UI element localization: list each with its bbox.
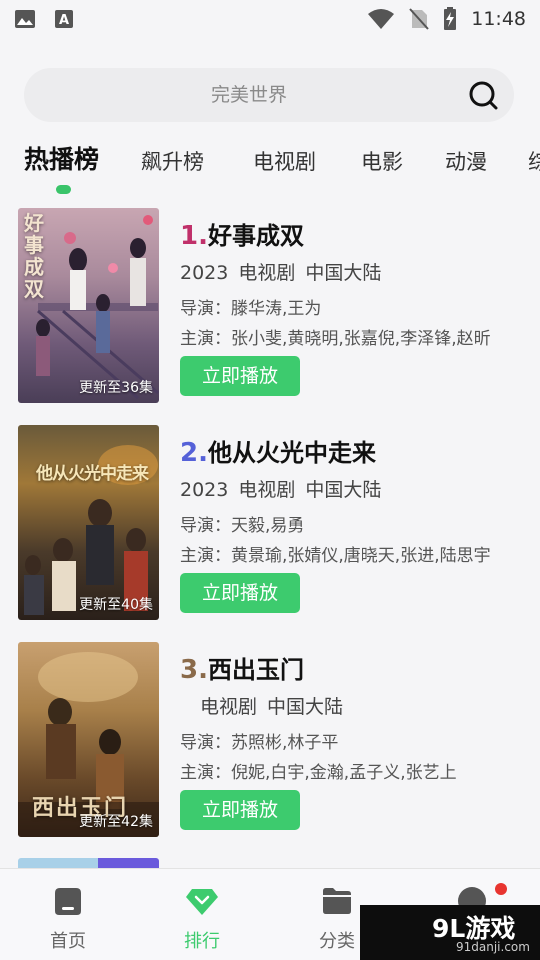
- update-label: 更新至42集: [79, 814, 153, 830]
- home-icon: [55, 888, 81, 915]
- search-bar[interactable]: 完美世界: [24, 68, 514, 122]
- tab-anime[interactable]: 动漫: [445, 142, 487, 182]
- genre: 电视剧: [200, 696, 258, 718]
- tab-hot[interactable]: 热播榜: [24, 140, 99, 180]
- title-text: 西出玉门: [207, 656, 304, 684]
- poster-image[interactable]: 好事 成双 更新至36集: [18, 208, 159, 403]
- tab-rising[interactable]: 飙升榜: [141, 142, 204, 182]
- watermark-logo: 9L游戏 91danji.com: [360, 905, 540, 960]
- item-title[interactable]: 1.好事成双: [180, 216, 304, 251]
- item-title[interactable]: 3.西出玉门: [180, 650, 304, 685]
- item-meta: 2023 电视剧 中国大陆: [180, 475, 391, 502]
- status-time: 11:48: [471, 8, 526, 30]
- no-sim-icon: [409, 7, 429, 31]
- genre: 电视剧: [238, 479, 296, 501]
- director: 导演：天毅,易勇: [180, 516, 305, 536]
- folder-icon: [323, 888, 351, 914]
- nav-rank[interactable]: 排行: [152, 869, 252, 960]
- play-button[interactable]: 立即播放: [180, 356, 300, 396]
- notification-badge: [495, 883, 507, 895]
- region: 中国大陆: [305, 479, 382, 501]
- cast: 主演：黄景瑜,张婧仪,唐晓天,张进,陆思宇: [180, 546, 491, 566]
- nav-home[interactable]: 首页: [18, 869, 118, 960]
- cast: 主演：张小斐,黄晓明,张嘉倪,李泽锋,赵昕: [180, 329, 491, 349]
- year: 2023: [180, 262, 229, 284]
- list-item[interactable]: 好事 成双 更新至36集 1.好事成双 2023 电视剧 中国大陆 导演：滕华涛,王为…: [0, 208, 540, 408]
- tab-indicator: [56, 185, 71, 194]
- search-icon[interactable]: [468, 80, 498, 110]
- item-meta: 电视剧 中国大陆: [190, 692, 353, 719]
- rank-number: 2.: [180, 438, 208, 468]
- text-a-icon: A: [54, 9, 74, 29]
- nav-label: 排行: [184, 931, 220, 952]
- update-label: 更新至40集: [79, 597, 153, 613]
- category-tabs: 热播榜 飙升榜 电视剧 电影 动漫 综: [0, 138, 540, 198]
- poster-image[interactable]: 他从火光中走来 更新至40集: [18, 425, 159, 620]
- region: 中国大陆: [267, 696, 344, 718]
- watermark-url: 91danji.com: [456, 940, 530, 954]
- region: 中国大陆: [305, 262, 382, 284]
- rank-number: 3.: [180, 655, 208, 685]
- poster-title-text: 他从火光中走来: [36, 464, 149, 484]
- wifi-icon: [367, 8, 395, 30]
- poster-image[interactable]: 西出玉门 更新至42集: [18, 642, 159, 837]
- rank-number: 1.: [180, 221, 208, 251]
- year: 2023: [180, 479, 229, 501]
- item-meta: 2023 电视剧 中国大陆: [180, 258, 391, 285]
- director: 导演：滕华涛,王为: [180, 299, 322, 319]
- rank-diamond-icon: [186, 889, 218, 915]
- update-label: 更新至36集: [79, 380, 153, 396]
- item-title[interactable]: 2.他从火光中走来: [180, 433, 376, 468]
- tab-movies[interactable]: 电影: [361, 142, 403, 182]
- director: 导演：苏照彬,林子平: [180, 733, 339, 753]
- poster-title-text: 好事 成双: [24, 211, 44, 301]
- nav-label: 首页: [50, 931, 86, 952]
- battery-charging-icon: [443, 7, 457, 31]
- status-bar: A 11:48: [0, 0, 540, 38]
- genre: 电视剧: [238, 262, 296, 284]
- search-input[interactable]: 完美世界: [24, 68, 514, 122]
- cast: 主演：倪妮,白宇,金瀚,孟子义,张艺上: [180, 763, 457, 783]
- svg-text:A: A: [59, 13, 69, 28]
- image-icon: [14, 9, 36, 29]
- title-text: 好事成双: [207, 222, 304, 250]
- list-item[interactable]: 他从火光中走来 更新至40集 2.他从火光中走来 2023 电视剧 中国大陆 导演：…: [0, 425, 540, 625]
- tab-tv-series[interactable]: 电视剧: [253, 142, 316, 182]
- title-text: 他从火光中走来: [207, 439, 376, 467]
- tab-variety[interactable]: 综: [528, 142, 540, 182]
- play-button[interactable]: 立即播放: [180, 573, 300, 613]
- list-item[interactable]: 西出玉门 更新至42集 3.西出玉门 电视剧 中国大陆 导演：苏照彬,林子平 主演…: [0, 642, 540, 842]
- play-button[interactable]: 立即播放: [180, 790, 300, 830]
